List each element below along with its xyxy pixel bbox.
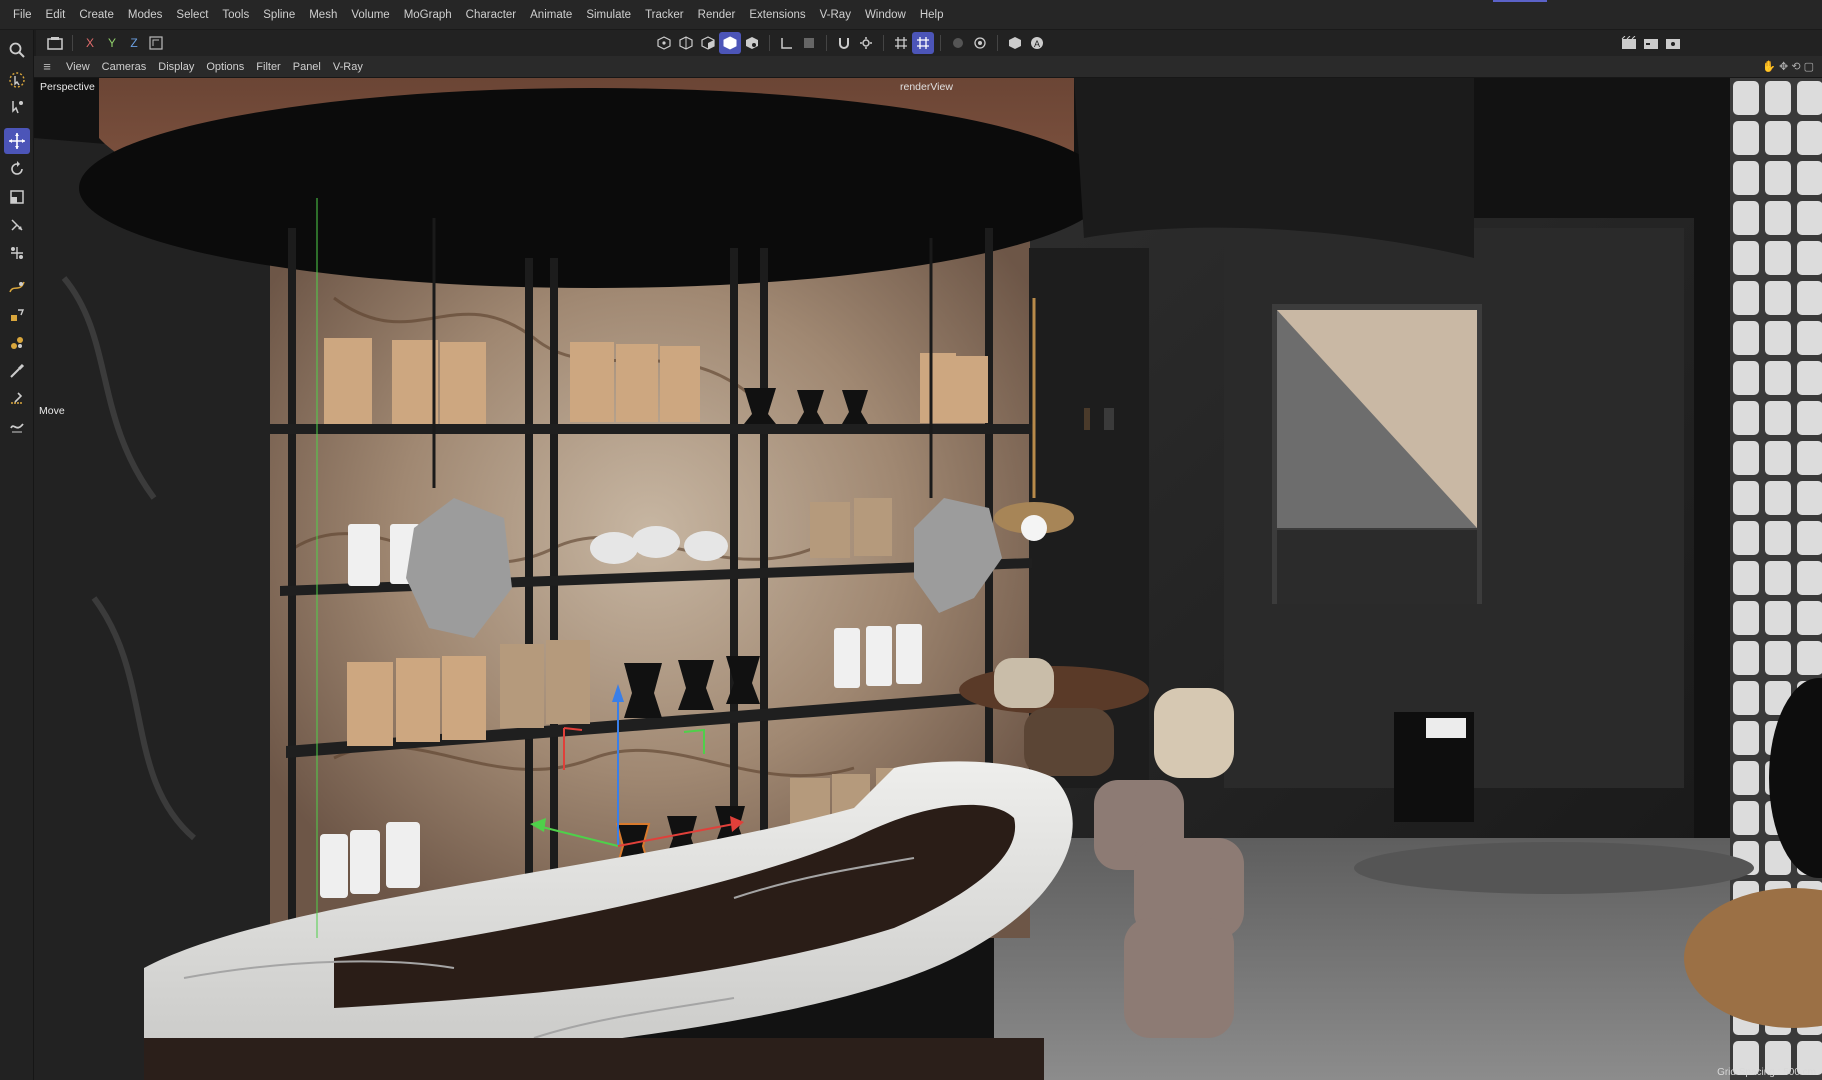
spline-tools-icon[interactable] xyxy=(4,302,30,328)
toolbar-separator xyxy=(997,35,998,51)
axis-mode-icon[interactable] xyxy=(776,32,798,54)
solo-mode-icon[interactable] xyxy=(798,32,820,54)
menu-tracker[interactable]: Tracker xyxy=(638,0,691,30)
menu-mograph[interactable]: MoGraph xyxy=(397,0,459,30)
left-tool-palette xyxy=(0,30,34,1080)
move-tool-icon[interactable] xyxy=(4,128,30,154)
y-axis-lock-button[interactable]: Y xyxy=(101,32,123,54)
coordinate-system-icon[interactable] xyxy=(145,32,167,54)
viewport-menu-cameras[interactable]: Cameras xyxy=(96,61,153,73)
live-select-icon[interactable] xyxy=(4,67,30,93)
viewport-menubar: ≡ View Cameras Display Options Filter Pa… xyxy=(34,56,1822,78)
brush-tool-icon[interactable] xyxy=(4,358,30,384)
viewport-menu-view[interactable]: View xyxy=(60,61,96,73)
toolbar-separator xyxy=(883,35,884,51)
viewport-nav-icons[interactable]: ✋ ✥ ⟲ ▢ xyxy=(1762,60,1822,73)
points-mode-icon[interactable] xyxy=(653,32,675,54)
menu-spline[interactable]: Spline xyxy=(256,0,302,30)
vray-asset-icon[interactable]: A xyxy=(1026,32,1048,54)
z-axis-lock-button[interactable]: Z xyxy=(123,32,145,54)
spline-pen-icon[interactable] xyxy=(4,274,30,300)
menu-simulate[interactable]: Simulate xyxy=(579,0,638,30)
edges-mode-icon[interactable] xyxy=(675,32,697,54)
menu-tools[interactable]: Tools xyxy=(215,0,256,30)
toolbar-separator xyxy=(769,35,770,51)
menu-help[interactable]: Help xyxy=(913,0,951,30)
menu-extensions[interactable]: Extensions xyxy=(742,0,812,30)
main-toolbar: X Y Z A xyxy=(36,30,1822,56)
menu-render[interactable]: Render xyxy=(691,0,743,30)
render-picture-viewer-icon[interactable] xyxy=(1640,32,1662,54)
menu-select[interactable]: Select xyxy=(169,0,215,30)
scale-tool-icon[interactable] xyxy=(4,184,30,210)
sculpt-tool-icon[interactable] xyxy=(4,414,30,440)
viewport-menu-options[interactable]: Options xyxy=(200,61,250,73)
snap-settings-icon[interactable] xyxy=(855,32,877,54)
3d-viewport[interactable]: Perspective renderView Move Grid Spacing… xyxy=(34,78,1822,1080)
menu-file[interactable]: File xyxy=(6,0,39,30)
workplane-grid-icon[interactable] xyxy=(912,32,934,54)
undo-view-icon[interactable] xyxy=(44,32,66,54)
viewport-menu-filter[interactable]: Filter xyxy=(250,61,286,73)
texture-mode-icon[interactable] xyxy=(741,32,763,54)
select-tools-icon[interactable] xyxy=(4,94,30,120)
menu-modes[interactable]: Modes xyxy=(121,0,170,30)
svg-text:A: A xyxy=(1034,39,1040,49)
toolbar-separator xyxy=(940,35,941,51)
vray-render-icon[interactable] xyxy=(1004,32,1026,54)
viewport-menu-display[interactable]: Display xyxy=(152,61,200,73)
render-view-title: renderView xyxy=(900,81,953,93)
layout-tab-indicator xyxy=(1493,0,1547,2)
toolbar-separator xyxy=(826,35,827,51)
coordinate-manager-icon[interactable] xyxy=(4,240,30,266)
snap-magnet-icon[interactable] xyxy=(833,32,855,54)
rotate-tool-icon[interactable] xyxy=(4,156,30,182)
menu-create[interactable]: Create xyxy=(72,0,121,30)
menu-edit[interactable]: Edit xyxy=(39,0,73,30)
viewport-menu-vray[interactable]: V-Ray xyxy=(327,61,369,73)
menu-animate[interactable]: Animate xyxy=(523,0,579,30)
active-tool-hud: Move xyxy=(39,405,65,417)
viewport-solo-icon[interactable] xyxy=(969,32,991,54)
toolbar-separator xyxy=(72,35,73,51)
menu-window[interactable]: Window xyxy=(858,0,913,30)
hamburger-menu-icon[interactable]: ≡ xyxy=(34,59,60,74)
grid-snap-icon[interactable] xyxy=(890,32,912,54)
scene-render xyxy=(34,78,1822,1080)
menu-mesh[interactable]: Mesh xyxy=(302,0,344,30)
polygon-pen-icon[interactable] xyxy=(4,330,30,356)
camera-label[interactable]: Perspective xyxy=(40,81,95,93)
main-menubar: File Edit Create Modes Select Tools Spli… xyxy=(0,0,1822,30)
lock-workplane-icon[interactable] xyxy=(947,32,969,54)
menu-vray[interactable]: V-Ray xyxy=(813,0,858,30)
model-mode-icon[interactable] xyxy=(719,32,741,54)
menu-volume[interactable]: Volume xyxy=(344,0,396,30)
x-axis-lock-button[interactable]: X xyxy=(79,32,101,54)
grid-spacing-readout: Grid Spacing : 500 cm xyxy=(1717,1067,1816,1078)
render-view-icon[interactable] xyxy=(1618,32,1640,54)
transform-tool-icon[interactable] xyxy=(4,212,30,238)
viewport-menu-panel[interactable]: Panel xyxy=(287,61,327,73)
search-icon[interactable] xyxy=(4,37,30,63)
polygons-mode-icon[interactable] xyxy=(697,32,719,54)
menu-character[interactable]: Character xyxy=(459,0,524,30)
knife-tool-icon[interactable] xyxy=(4,386,30,412)
render-settings-icon[interactable] xyxy=(1662,32,1684,54)
